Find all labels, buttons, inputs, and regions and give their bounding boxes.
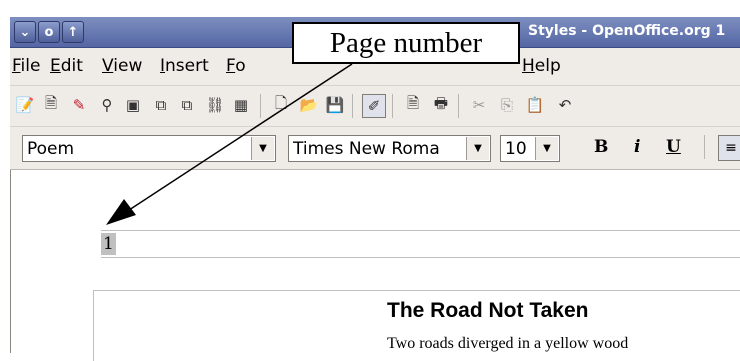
openoffice-writer-window: ⌄ o ↑ Styles - OpenOffice.org 1 File Edi… (0, 0, 740, 361)
page-number-callout: Page number (292, 22, 520, 64)
